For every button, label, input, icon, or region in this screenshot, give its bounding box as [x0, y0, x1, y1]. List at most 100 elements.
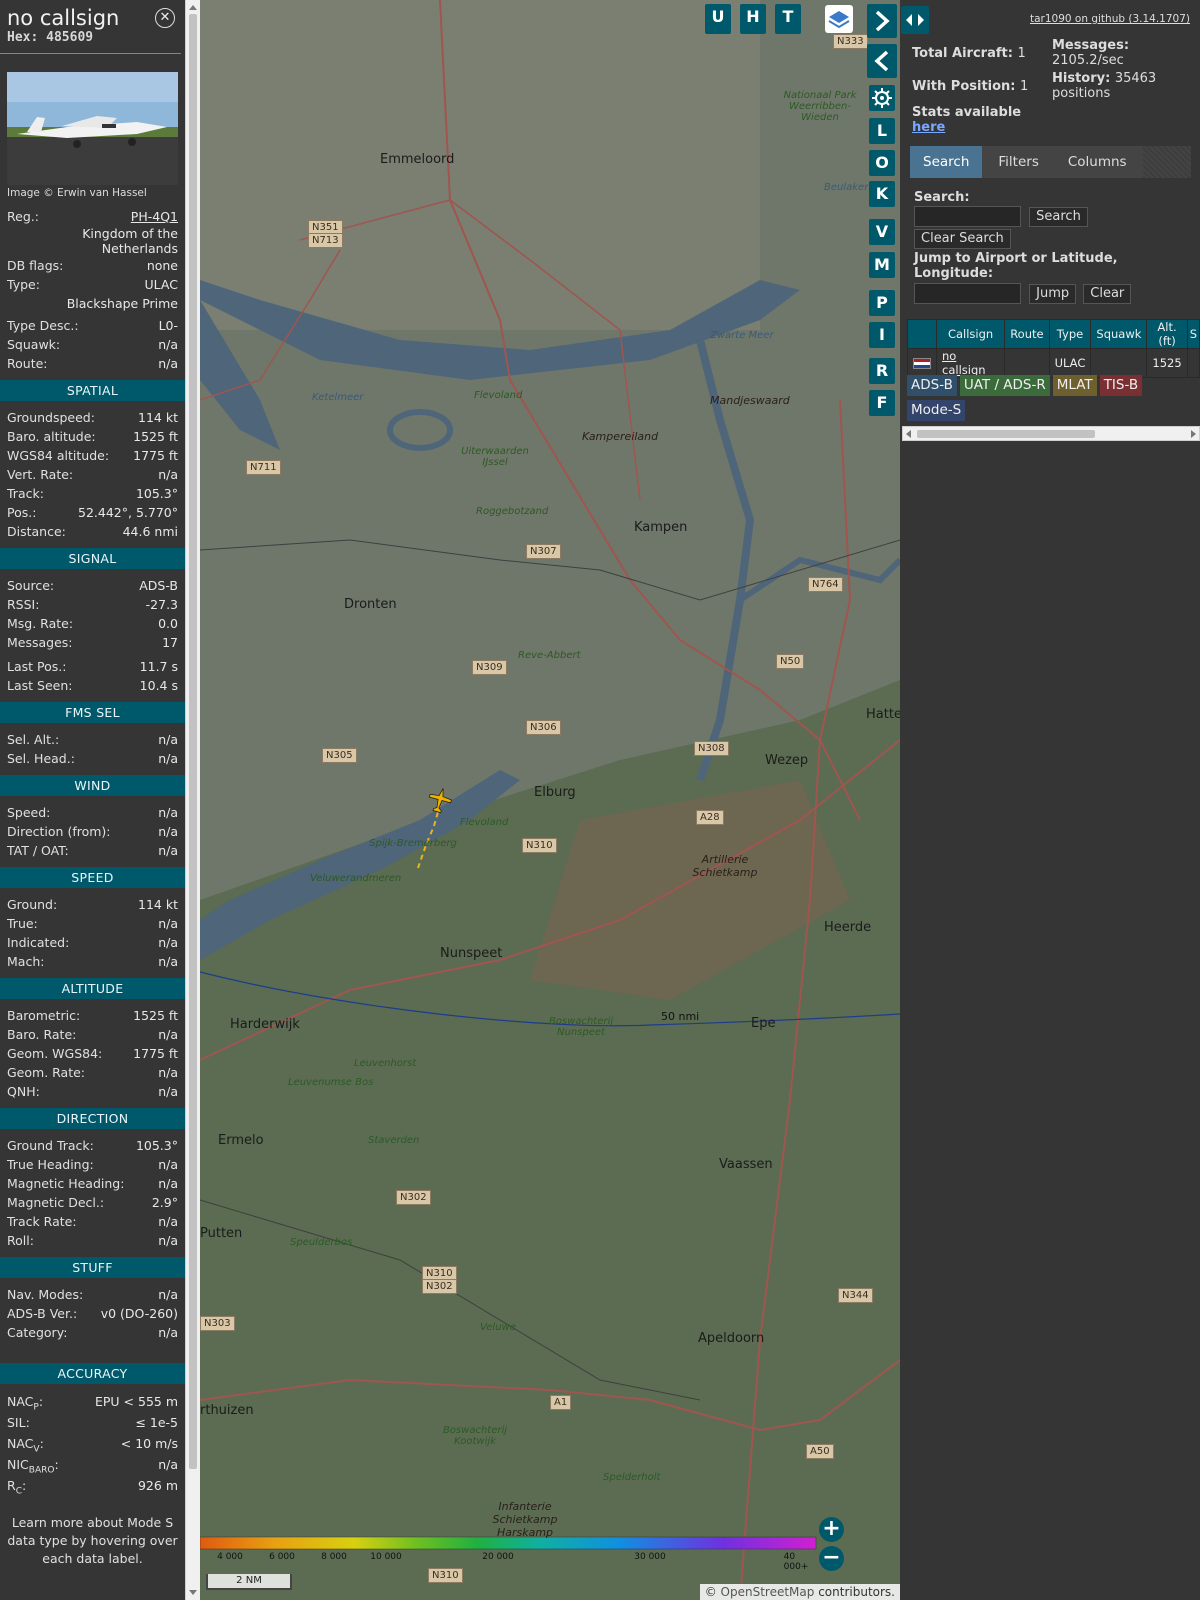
direction-label-text: Ground Track: [7, 1138, 94, 1153]
speed-label: Indicated: [7, 933, 69, 952]
forward-chevron-icon[interactable] [867, 4, 897, 38]
sidebar-scrollbar[interactable] [185, 0, 200, 1600]
map-place-label: Emmeloord [380, 152, 455, 167]
map-view[interactable]: Emmeloord Dronten Kampen Elburg Hattem Wezep N… [200, 0, 900, 1600]
search-input[interactable] [914, 206, 1021, 227]
search-button[interactable]: Search [1029, 206, 1088, 227]
toggle-k-button[interactable]: K [869, 181, 895, 207]
direction-label: Magnetic Heading: [7, 1174, 124, 1193]
altitude-value: n/a [158, 1027, 178, 1042]
map-place-label: Nationaal Park Weerribben-Wieden [783, 90, 857, 123]
tab-columns[interactable]: Columns [1055, 146, 1140, 178]
column-header-type[interactable]: Type [1048, 319, 1092, 349]
tab-filters[interactable]: Filters [985, 146, 1051, 178]
source-legend-tag: Mode-S [907, 400, 966, 421]
zoom-in-icon[interactable]: + [819, 1517, 844, 1542]
spatial-label-text: Baro. altitude: [7, 429, 96, 444]
direction-row: Ground Track: 105.3° [0, 1136, 185, 1155]
altitude-label: QNH: [7, 1082, 40, 1101]
column-header-squawk[interactable]: Squawk [1090, 319, 1148, 349]
clear-search-button[interactable]: Clear Search [914, 229, 1011, 249]
map-place-label: Leuvenumse Bos [288, 1077, 374, 1088]
toggle-p-button[interactable]: P [869, 290, 895, 316]
map-place-label: Apeldoorn [698, 1331, 765, 1346]
tab-search[interactable]: Search [910, 146, 983, 178]
layers-icon[interactable] [825, 5, 853, 33]
direction-value: n/a [158, 1214, 178, 1229]
altitude-label-text: Baro. Rate: [7, 1027, 77, 1042]
map-place-label: Boswachterij Nunspeet [548, 1016, 614, 1038]
spatial-label: Distance: [7, 522, 66, 541]
toggle-o-button[interactable]: O [869, 150, 895, 176]
scroll-down-icon[interactable] [189, 1590, 197, 1595]
clear-button[interactable]: Clear [1083, 283, 1132, 304]
direction-label: Magnetic Decl.: [7, 1193, 104, 1212]
horizontal-scroll-thumb[interactable] [917, 430, 1095, 438]
toggle-t-button[interactable]: T [775, 4, 801, 34]
scrollbar-thumb[interactable] [189, 14, 197, 1469]
table-row[interactable]: no callsign ULAC 1525 [907, 348, 1200, 378]
expand-collapse-arrows-icon[interactable] [901, 6, 929, 34]
section-altitude: ALTITUDE [0, 978, 185, 999]
altitude-tick-label: 8 000 [321, 1552, 347, 1562]
close-icon[interactable]: ✕ [155, 8, 175, 28]
speed-label: Mach: [7, 952, 44, 971]
column-header-altitude[interactable]: Alt. (ft) [1146, 319, 1188, 349]
spatial-label: WGS84 altitude: [7, 446, 109, 465]
fms-value: n/a [158, 751, 178, 766]
toggle-l-button[interactable]: L [869, 118, 895, 144]
with-position-value: 1 [1020, 79, 1029, 94]
toggle-v-button[interactable]: V [869, 219, 895, 245]
registration-link[interactable]: PH-4Q1 [131, 207, 178, 226]
aircraft-model: Blackshape Prime [66, 296, 178, 311]
altitude-label: Barometric: [7, 1006, 80, 1025]
toggle-f-button[interactable]: F [869, 390, 895, 416]
osm-link[interactable]: OpenStreetMap [721, 1585, 815, 1599]
wind-label-text: Speed: [7, 805, 51, 820]
map-place-label: Spijk-Bremerberg [369, 838, 457, 849]
with-position-label: With Position: [912, 79, 1016, 94]
stuff-row: Nav. Modes: n/a [0, 1285, 185, 1304]
speed-label-text: Ground: [7, 897, 58, 912]
fms-value: n/a [158, 732, 178, 747]
scroll-up-icon[interactable] [189, 5, 197, 10]
scroll-left-icon[interactable] [906, 430, 911, 438]
signal-value: 0.0 [158, 616, 178, 631]
scroll-right-icon[interactable] [1191, 430, 1196, 438]
github-version-link[interactable]: tar1090 on github (3.14.1707) [1030, 13, 1190, 25]
speed-row: Mach: n/a [0, 952, 185, 971]
settings-gear-icon[interactable] [869, 85, 895, 111]
fms-row: Sel. Head.: n/a [0, 749, 185, 768]
callsign-cell[interactable]: no callsign [935, 348, 1006, 378]
altitude-value: 1775 ft [133, 1046, 178, 1061]
spatial-label: Vert. Rate: [7, 465, 73, 484]
altitude-tick-label: 6 000 [269, 1552, 295, 1562]
direction-value: n/a [158, 1157, 178, 1172]
toggle-u-button[interactable]: U [705, 4, 731, 34]
toggle-r-button[interactable]: R [869, 358, 895, 384]
spatial-label-text: Groundspeed: [7, 410, 95, 425]
zoom-out-icon[interactable]: − [819, 1546, 844, 1571]
table-horizontal-scrollbar[interactable] [902, 426, 1200, 441]
jump-input[interactable] [914, 283, 1021, 304]
stats-here-link[interactable]: here [912, 120, 945, 135]
column-header-callsign[interactable]: Callsign [935, 319, 1006, 349]
toggle-m-button[interactable]: M [869, 252, 895, 278]
map-base-layer [200, 0, 900, 1600]
back-chevron-icon[interactable] [867, 44, 897, 78]
spatial-label: Pos.: [7, 503, 36, 522]
toggle-h-button[interactable]: H [740, 4, 766, 34]
total-aircraft-value: 1 [1017, 46, 1026, 61]
direction-list: Ground Track: 105.3° True Heading: n/a Magne… [0, 1136, 185, 1250]
route-value: n/a [158, 356, 178, 371]
map-place-label: Putten [200, 1226, 243, 1241]
type-desc-label: Type Desc.: [7, 318, 79, 333]
column-header-s[interactable]: S [1186, 319, 1200, 349]
toggle-i-button[interactable]: I [869, 322, 895, 348]
column-header-route[interactable]: Route [1004, 319, 1050, 349]
direction-label-text: True Heading: [7, 1157, 94, 1172]
map-place-label: Artillerie Schietkamp [692, 853, 758, 879]
flag-column-header [907, 319, 937, 349]
aircraft-photo[interactable] [7, 72, 178, 185]
jump-button[interactable]: Jump [1029, 283, 1077, 304]
